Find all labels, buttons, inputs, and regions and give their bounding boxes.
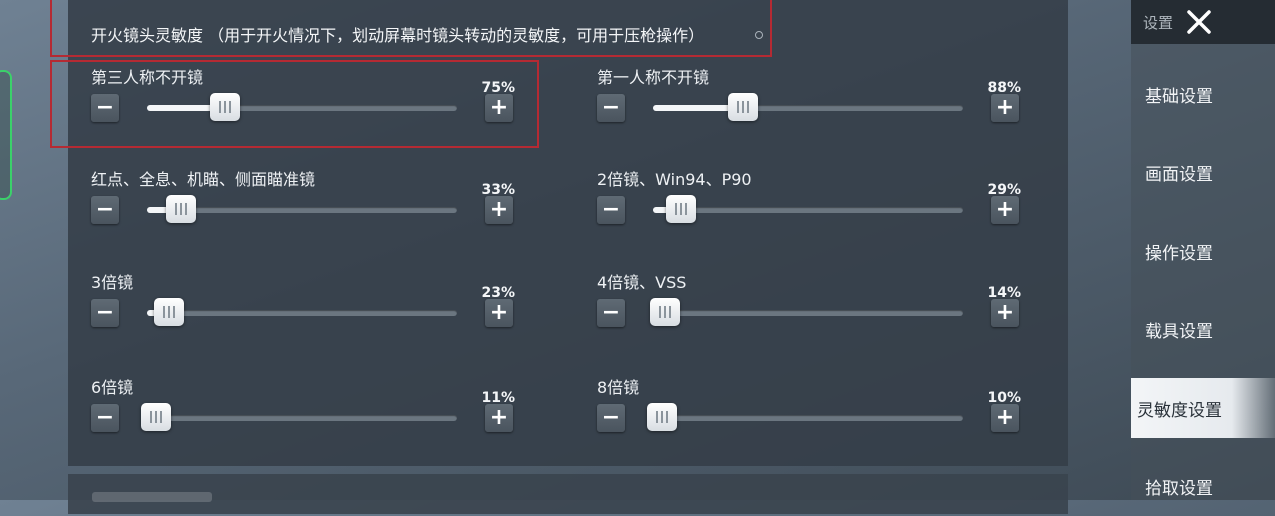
- title-highlight-box: [50, 0, 772, 57]
- sidebar-item-vehicle[interactable]: 载具设置: [1131, 299, 1275, 359]
- slider-thumb[interactable]: [153, 298, 184, 326]
- sidebar-item-graphics[interactable]: 画面设置: [1131, 142, 1275, 202]
- setting-label: 第一人称不开镜: [597, 68, 710, 87]
- slider-track[interactable]: [653, 93, 963, 121]
- slider-track[interactable]: [650, 298, 963, 326]
- setting-red-dot-holo: 红点、全息、机瞄、侧面瞄准镜 33% − +: [91, 166, 521, 246]
- increase-button[interactable]: +: [485, 196, 513, 224]
- increase-button[interactable]: +: [991, 94, 1019, 122]
- slider-track[interactable]: [647, 403, 963, 431]
- close-icon[interactable]: [1183, 6, 1215, 38]
- slider-thumb[interactable]: [727, 93, 758, 121]
- decrease-button[interactable]: −: [597, 94, 625, 122]
- slider-thumb[interactable]: [141, 403, 172, 431]
- row-highlight-box: [50, 60, 539, 148]
- slider-thumb[interactable]: [665, 195, 696, 223]
- left-edge-tab[interactable]: [0, 70, 12, 200]
- sidebar-item-controls[interactable]: 操作设置: [1131, 221, 1275, 281]
- setting-4x-scope: 4倍镜、VSS 14% − +: [597, 269, 1027, 349]
- setting-label: 红点、全息、机瞄、侧面瞄准镜: [91, 170, 316, 189]
- sidebar-item-label: 画面设置: [1145, 165, 1213, 185]
- slider-track[interactable]: [141, 403, 457, 431]
- setting-label: 8倍镜: [597, 378, 640, 397]
- sidebar-item-label: 基础设置: [1145, 87, 1213, 107]
- setting-label: 2倍镜、Win94、P90: [597, 170, 752, 189]
- slider-track[interactable]: [147, 298, 457, 326]
- setting-6x-scope: 6倍镜 11% − +: [91, 374, 521, 454]
- decrease-button[interactable]: −: [597, 299, 625, 327]
- setting-8x-scope: 8倍镜 10% − +: [597, 374, 1027, 454]
- sidebar-item-label: 灵敏度设置: [1137, 401, 1222, 421]
- slider-track[interactable]: [147, 195, 457, 223]
- slider-thumb[interactable]: [647, 403, 678, 431]
- decrease-button[interactable]: −: [91, 299, 119, 327]
- setting-first-person-no-scope: 第一人称不开镜 88% − +: [597, 64, 1027, 144]
- decrease-button[interactable]: −: [91, 196, 119, 224]
- increase-button[interactable]: +: [991, 299, 1019, 327]
- sidebar-header-label: 设置: [1143, 14, 1174, 32]
- increase-button[interactable]: +: [485, 299, 513, 327]
- sidebar-item-basic[interactable]: 基础设置: [1131, 64, 1275, 124]
- increase-button[interactable]: +: [991, 404, 1019, 432]
- sidebar-item-pickup[interactable]: 拾取设置: [1131, 456, 1275, 516]
- sidebar-item-label: 拾取设置: [1145, 479, 1213, 499]
- settings-sidebar: 设置 基础设置 画面设置 操作设置 载具设置 灵敏度设置 拾取设置: [1131, 0, 1275, 500]
- sidebar-header: 设置: [1131, 0, 1275, 44]
- decrease-button[interactable]: −: [597, 196, 625, 224]
- setting-label: 3倍镜: [91, 273, 134, 292]
- decrease-button[interactable]: −: [597, 404, 625, 432]
- setting-label: 6倍镜: [91, 378, 134, 397]
- slider-thumb[interactable]: [650, 298, 681, 326]
- slider-track[interactable]: [653, 195, 963, 223]
- decrease-button[interactable]: −: [91, 404, 119, 432]
- next-section-strip: [68, 474, 1068, 514]
- setting-3x-scope: 3倍镜 23% − +: [91, 269, 521, 349]
- setting-2x-scope: 2倍镜、Win94、P90 29% − +: [597, 166, 1027, 246]
- setting-label: 4倍镜、VSS: [597, 273, 687, 292]
- increase-button[interactable]: +: [485, 404, 513, 432]
- slider-thumb[interactable]: [166, 195, 197, 223]
- sidebar-item-label: 操作设置: [1145, 244, 1213, 264]
- increase-button[interactable]: +: [991, 196, 1019, 224]
- sidebar-item-sensitivity[interactable]: 灵敏度设置: [1131, 378, 1275, 438]
- next-section-label-placeholder: [92, 492, 212, 502]
- sidebar-item-label: 载具设置: [1145, 322, 1213, 342]
